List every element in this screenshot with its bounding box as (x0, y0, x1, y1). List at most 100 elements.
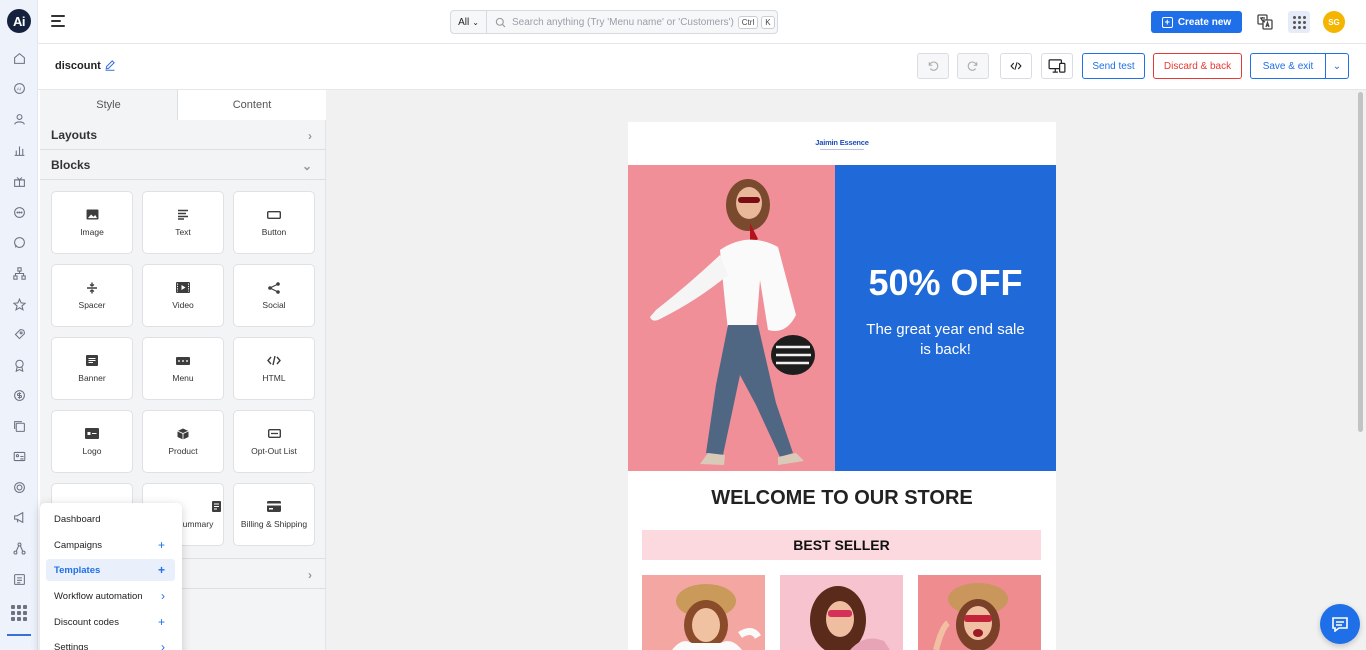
button-icon (267, 209, 281, 221)
block-opt-out-list[interactable]: Opt-Out List (233, 410, 315, 473)
avatar[interactable]: SG (1323, 11, 1345, 33)
translate-icon[interactable] (1257, 14, 1273, 30)
dollar-icon[interactable] (11, 387, 27, 403)
chat-icon[interactable] (11, 204, 27, 220)
save-options-chevron-icon[interactable]: ⌄ (1326, 53, 1349, 79)
user-icon[interactable] (11, 111, 27, 127)
star-icon[interactable] (11, 296, 27, 312)
navigation-popup-menu: Dashboard Campaigns + Templates + Workfl… (40, 503, 182, 650)
search-input[interactable]: Search anything (Try 'Menu name' or 'Cus… (512, 17, 734, 28)
search-icon (495, 17, 506, 28)
global-search[interactable]: All ⌄ Search anything (Try 'Menu name' o… (450, 10, 778, 34)
block-label: Logo (82, 445, 102, 456)
menu-item-label: Settings (54, 641, 89, 650)
menu-item-label: Workflow automation (54, 590, 143, 602)
block-menu[interactable]: Menu (142, 337, 224, 400)
product-image-1[interactable] (642, 575, 765, 650)
plus-icon[interactable]: + (158, 539, 165, 551)
best-seller-banner[interactable]: BEST SELLER (642, 530, 1041, 560)
plus-icon[interactable]: + (158, 616, 165, 628)
image-card-icon[interactable] (11, 448, 27, 464)
hero-image[interactable] (628, 165, 835, 471)
send-test-button[interactable]: Send test (1082, 53, 1145, 79)
chat-icon (1332, 617, 1348, 632)
app-logo[interactable]: Ai (7, 9, 31, 33)
preview-devices-button[interactable] (1041, 53, 1073, 79)
block-product[interactable]: Product (142, 410, 224, 473)
hero-promo[interactable]: 50% OFF The great year end sale is back! (835, 165, 1056, 471)
plus-icon[interactable]: + (158, 564, 165, 576)
product-image-2[interactable] (780, 575, 903, 650)
block-label: Menu (172, 372, 194, 383)
block-billing-shipping[interactable]: Billing & Shipping (233, 483, 315, 546)
block-label: Product (168, 445, 198, 456)
code-view-button[interactable] (1000, 53, 1032, 79)
menu-item-discount-codes[interactable]: Discount codes + (46, 611, 175, 633)
block-social[interactable]: Social (233, 264, 315, 327)
image-icon (85, 209, 99, 221)
chevron-right-icon: › (308, 568, 312, 582)
scrollbar-thumb[interactable] (1358, 92, 1363, 432)
apps-icon[interactable] (11, 605, 27, 621)
block-image[interactable]: Image (51, 191, 133, 254)
email-preview[interactable]: Jaimin Essence 50% OFF The great year en… (628, 122, 1056, 650)
panel-tabs: Style Content (40, 90, 326, 120)
rocket-icon[interactable] (11, 326, 27, 342)
megaphone-icon[interactable] (11, 509, 27, 525)
block-button[interactable]: Button (233, 191, 315, 254)
brand-logo[interactable]: Jaimin Essence (628, 122, 1056, 165)
spacer-icon (85, 282, 99, 294)
plus-icon: + (1161, 16, 1173, 28)
menu-item-templates[interactable]: Templates + (46, 559, 175, 581)
block-text[interactable]: Text (142, 191, 224, 254)
copy-icon[interactable] (11, 418, 27, 434)
menu-item-dashboard[interactable]: Dashboard (46, 508, 175, 530)
card-icon (267, 501, 281, 513)
welcome-heading[interactable]: WELCOME TO OUR STORE (628, 487, 1056, 510)
block-banner[interactable]: Banner (51, 337, 133, 400)
app-grid-button[interactable] (1288, 11, 1310, 33)
blocks-section[interactable]: Blocks ⌄ (40, 150, 326, 180)
hierarchy-icon[interactable] (11, 265, 27, 281)
tab-content[interactable]: Content (177, 90, 326, 120)
menu-item-workflow-automation[interactable]: Workflow automation › (46, 585, 175, 607)
block-spacer[interactable]: Spacer (51, 264, 133, 327)
blocks-label: Blocks (51, 157, 91, 172)
menu-item-label: Templates (54, 564, 101, 576)
block-logo[interactable]: Logo (51, 410, 133, 473)
chart-icon[interactable] (11, 142, 27, 158)
save-exit-button[interactable]: Save & exit (1250, 53, 1326, 79)
layouts-section[interactable]: Layouts › (40, 120, 326, 150)
support-chat-button[interactable] (1320, 604, 1360, 644)
home-icon[interactable] (11, 50, 27, 66)
menu-item-settings[interactable]: Settings › (46, 636, 175, 650)
edit-name-icon[interactable] (104, 59, 116, 74)
brand-underline (820, 148, 864, 150)
create-new-button[interactable]: + Create new (1151, 11, 1242, 33)
ai-icon[interactable]: AI (11, 80, 27, 96)
menu-icon (176, 355, 190, 367)
block-video[interactable]: Video (142, 264, 224, 327)
search-scope-select[interactable]: All ⌄ (451, 11, 487, 33)
text-icon (176, 209, 190, 221)
target-icon[interactable] (11, 479, 27, 495)
tab-style[interactable]: Style (40, 90, 177, 120)
summary-icon (209, 501, 223, 513)
gift-icon[interactable] (11, 173, 27, 189)
banner-icon (85, 355, 99, 367)
discard-back-button[interactable]: Discard & back (1153, 53, 1242, 79)
block-html[interactable]: HTML (233, 337, 315, 400)
active-indicator (7, 634, 31, 636)
product-image-3[interactable] (918, 575, 1041, 650)
network-icon[interactable] (11, 540, 27, 556)
hamburger-icon[interactable] (51, 15, 65, 27)
redo-button[interactable] (957, 53, 989, 79)
whatsapp-icon[interactable] (11, 234, 27, 250)
badge-icon[interactable] (11, 357, 27, 373)
block-label: Spacer (78, 299, 106, 310)
create-new-label: Create new (1177, 16, 1232, 28)
menu-item-campaigns[interactable]: Campaigns + (46, 534, 175, 556)
report-icon[interactable] (11, 571, 27, 587)
template-name: discount (55, 60, 101, 72)
undo-button[interactable] (917, 53, 949, 79)
